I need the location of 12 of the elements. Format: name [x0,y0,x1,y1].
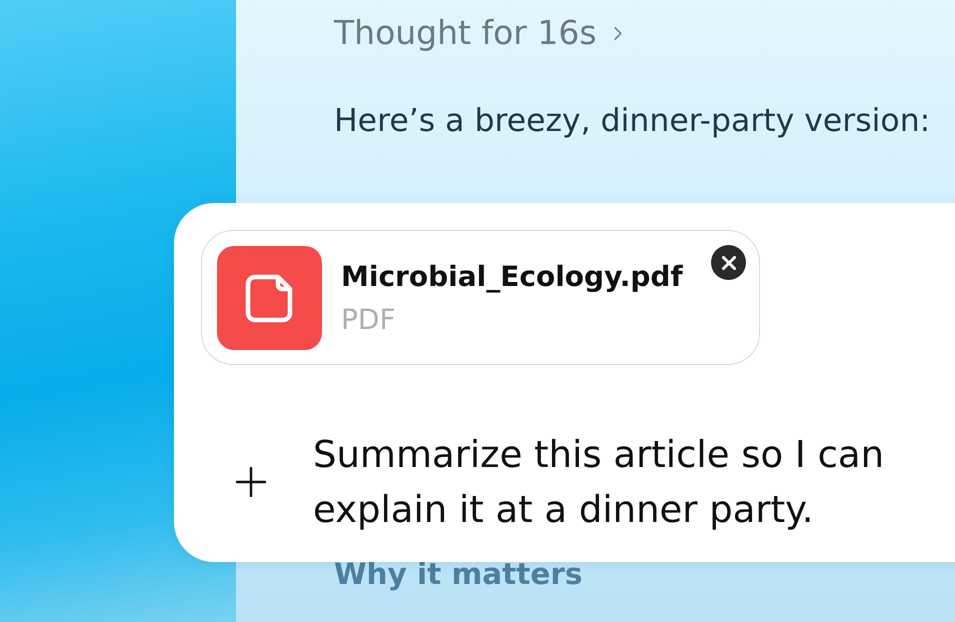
message-input[interactable]: Summarize this article so I can explain it at a dinner party. [313,427,923,537]
close-icon [722,256,736,270]
chevron-icon [612,26,623,40]
plus-icon [236,467,266,497]
remove-attachment-button[interactable] [711,245,746,280]
thought-toggle[interactable]: Thought for 16s [334,13,623,53]
section-heading: Why it matters [334,557,582,591]
document-icon [217,246,322,350]
file-name: Microbial_Ecology.pdf [341,261,683,293]
message-text: Here’s a breezy, dinner-party version: [334,102,930,140]
file-type: PDF [341,304,397,336]
add-button[interactable] [236,467,266,497]
